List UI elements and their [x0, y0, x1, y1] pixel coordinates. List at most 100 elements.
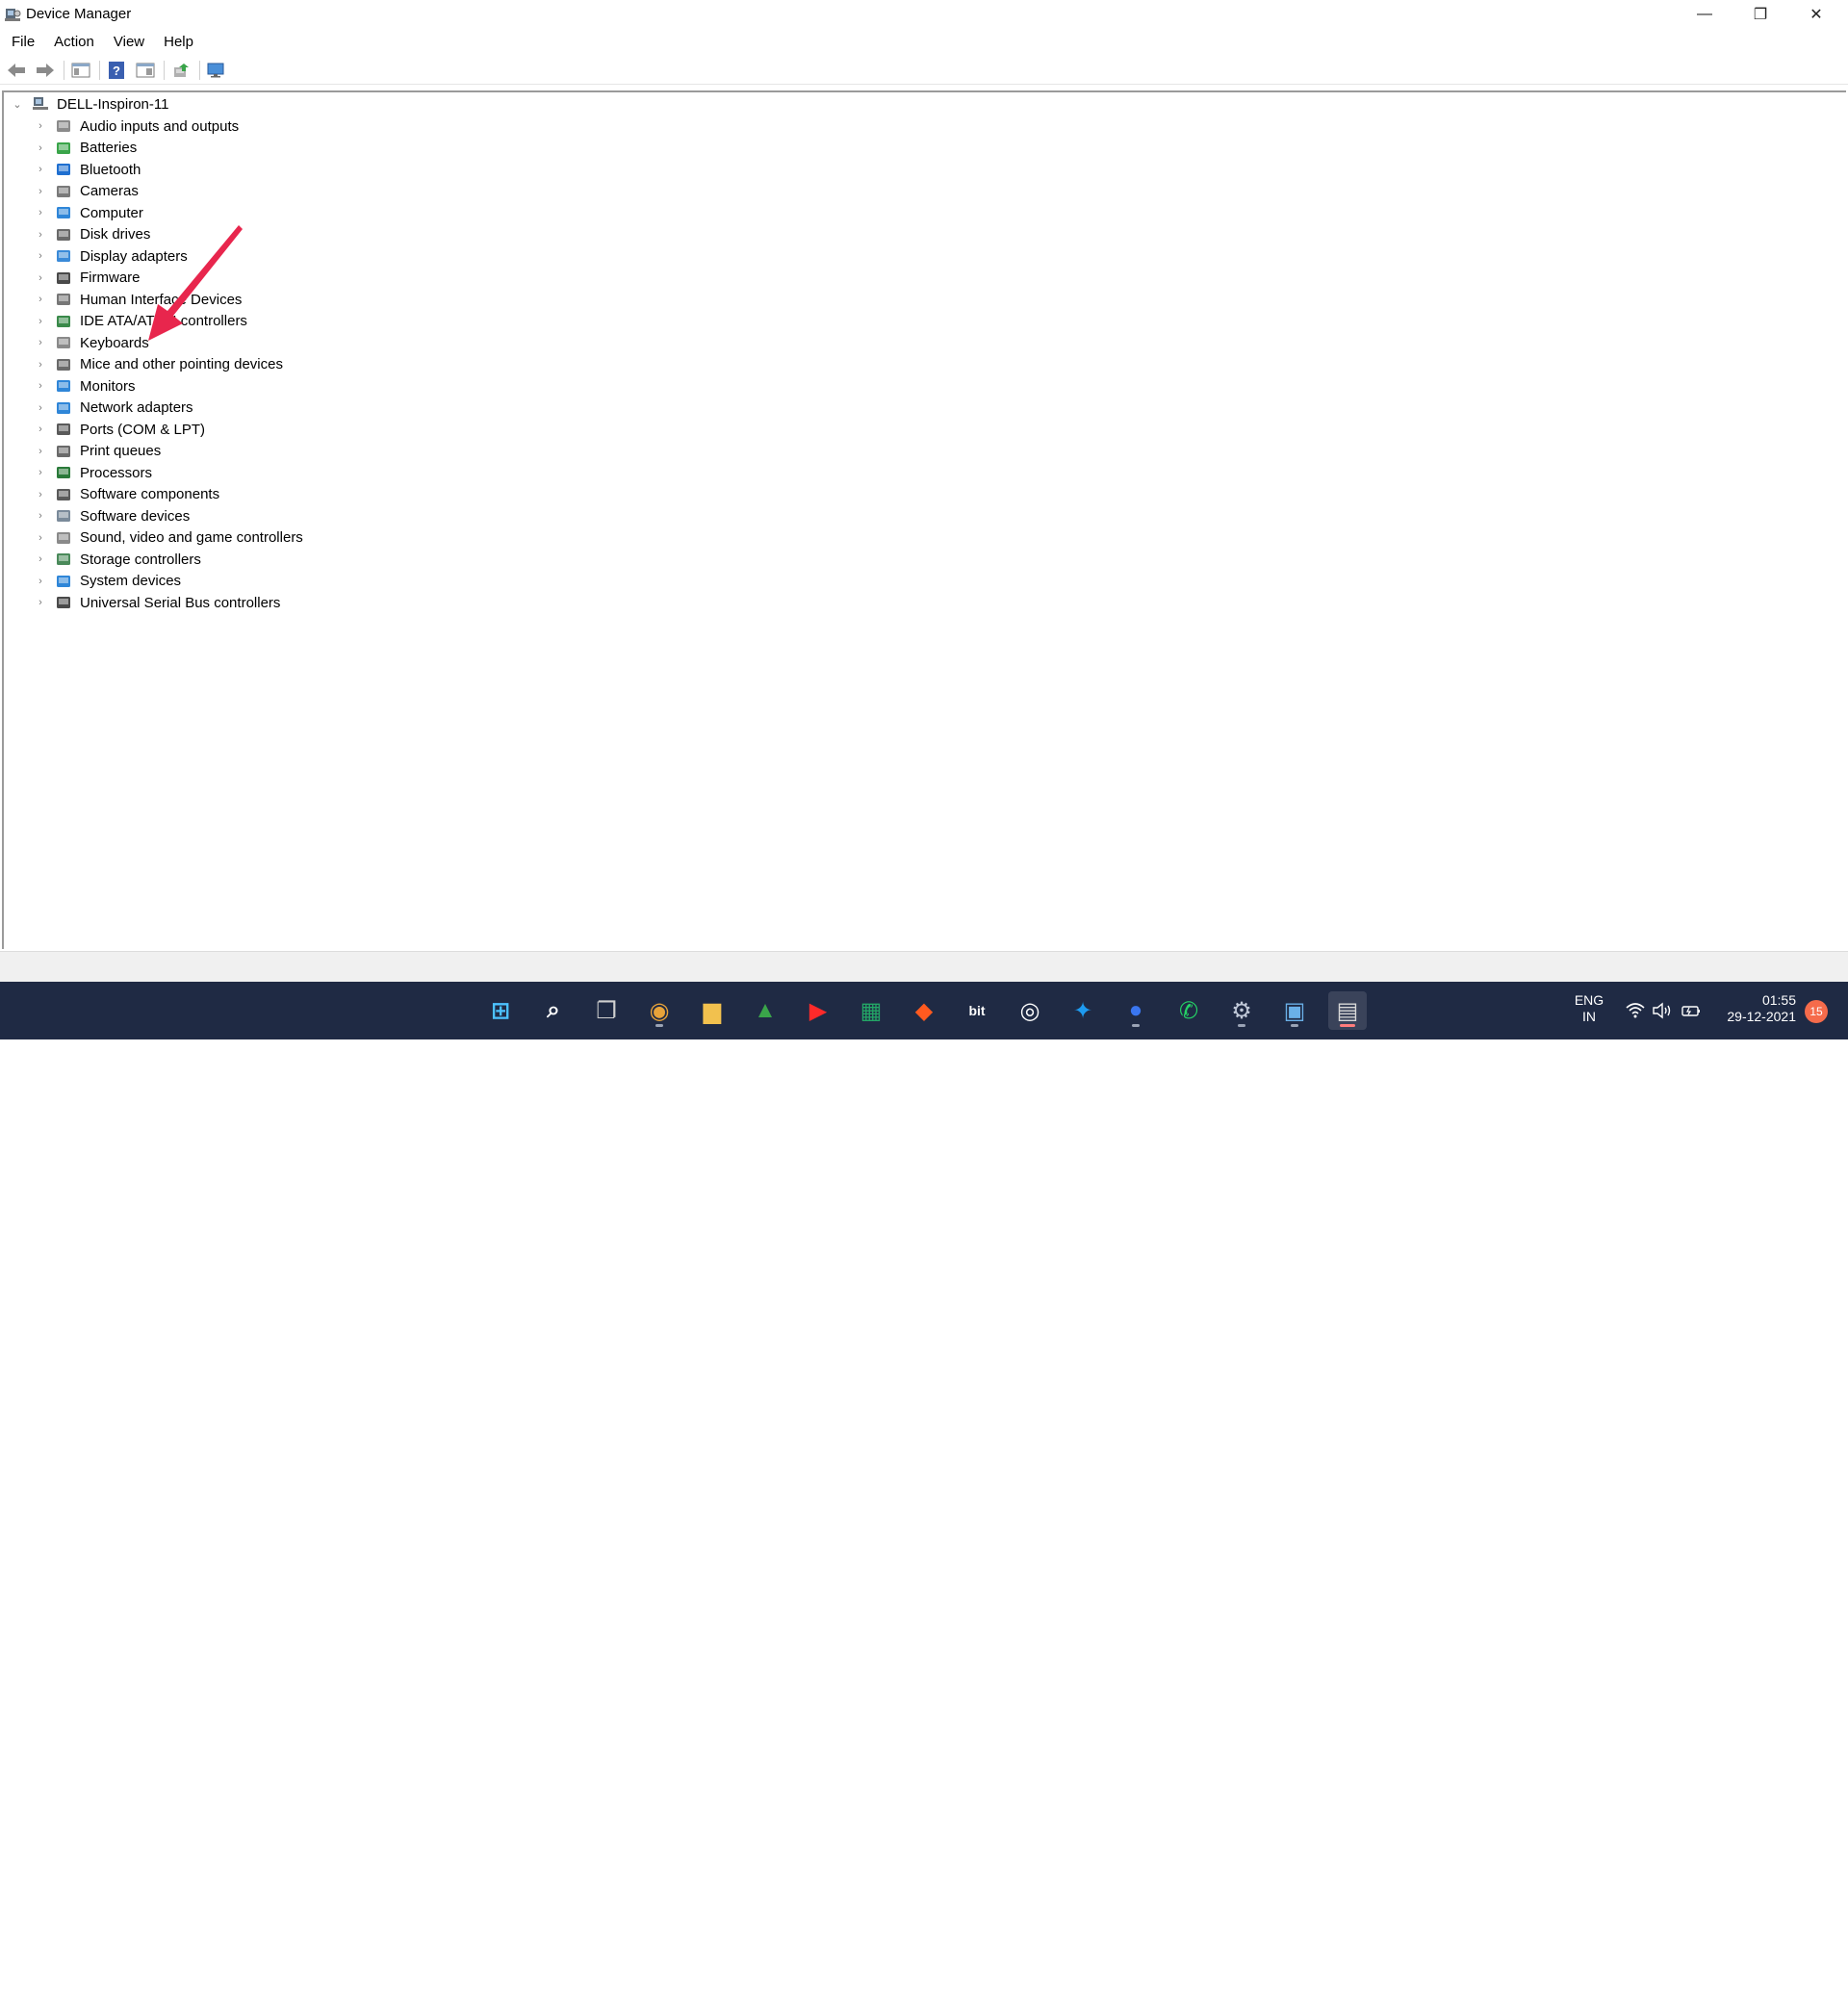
language-indicator[interactable]: ENG IN — [1567, 992, 1611, 1025]
menu-view[interactable]: View — [102, 34, 152, 50]
tree-item[interactable]: › IDE ATA/ATAPI controllers — [35, 311, 247, 332]
chevron-right-icon[interactable]: › — [35, 510, 46, 522]
chevron-right-icon[interactable]: › — [35, 576, 46, 587]
tree-root[interactable]: ⌄ DELL-Inspiron-11 — [12, 93, 168, 115]
tree-item-label: Software devices — [80, 507, 191, 525]
taskbar-device-manager-button[interactable]: ▤ — [1328, 991, 1367, 1030]
chevron-right-icon[interactable]: › — [35, 142, 46, 154]
chevron-right-icon[interactable]: › — [35, 489, 46, 500]
chevron-right-icon[interactable]: › — [35, 532, 46, 544]
chevron-right-icon[interactable]: › — [35, 164, 46, 175]
tree-item[interactable]: › Software components — [35, 484, 219, 505]
chevron-right-icon[interactable]: › — [35, 359, 46, 371]
chevron-right-icon[interactable]: › — [35, 207, 46, 218]
tree-item[interactable]: › Ports (COM & LPT) — [35, 419, 205, 440]
chevron-right-icon[interactable]: › — [35, 272, 46, 284]
taskbar-youtube-button[interactable]: ▶ — [799, 991, 837, 1030]
taskbar-google-sheets-button[interactable]: ▦ — [852, 991, 890, 1030]
taskbar-cortana-button[interactable]: ◎ — [1011, 991, 1049, 1030]
update-driver-icon — [174, 63, 189, 77]
taskbar-file-explorer-button[interactable]: ▆ — [693, 991, 732, 1030]
taskbar-whatsapp-button[interactable]: ✆ — [1169, 991, 1208, 1030]
scan-hardware-button[interactable] — [204, 59, 229, 82]
tree-item[interactable]: › Computer — [35, 202, 143, 223]
tree-item-label: IDE ATA/ATAPI controllers — [80, 313, 247, 329]
notification-badge[interactable]: 15 — [1805, 1000, 1828, 1023]
restore-button[interactable]: ❐ — [1732, 0, 1788, 29]
tree-item-label: Audio inputs and outputs — [80, 117, 240, 135]
tree-item[interactable]: › Display adapters — [35, 245, 188, 267]
menu-help[interactable]: Help — [152, 34, 201, 50]
taskbar-task-view-button[interactable]: ❐ — [587, 991, 626, 1030]
help-button[interactable]: ? — [104, 59, 129, 82]
chevron-right-icon[interactable]: › — [35, 597, 46, 608]
tree-item[interactable]: › Human Interface Devices — [35, 289, 242, 310]
taskbar-brave-button[interactable]: ◆ — [905, 991, 943, 1030]
tree-item-label: Disk drives — [80, 226, 151, 243]
tree-item[interactable]: › Universal Serial Bus controllers — [35, 592, 280, 613]
tree-item[interactable]: › Disk drives — [35, 224, 150, 245]
properties-button[interactable] — [133, 59, 158, 82]
taskbar-google-drive-button[interactable]: ▲ — [746, 991, 784, 1030]
volume-icon[interactable] — [1652, 1002, 1673, 1019]
chevron-right-icon[interactable]: › — [35, 186, 46, 197]
tree-item[interactable]: › Audio inputs and outputs — [35, 115, 239, 137]
chevron-right-icon[interactable]: › — [35, 337, 46, 348]
close-button[interactable]: ✕ — [1788, 0, 1844, 29]
tree-item[interactable]: › Mice and other pointing devices — [35, 354, 283, 375]
taskbar-settings-button[interactable]: ⚙ — [1222, 991, 1261, 1030]
tree-item[interactable]: › Storage controllers — [35, 549, 201, 570]
tree-item[interactable]: › Batteries — [35, 138, 137, 159]
back-button[interactable] — [4, 59, 29, 82]
chevron-right-icon[interactable]: › — [35, 120, 46, 132]
taskbar-chrome-button[interactable]: ◉ — [640, 991, 679, 1030]
chevron-right-icon[interactable]: › — [35, 553, 46, 565]
tree-item[interactable]: › Software devices — [35, 505, 190, 526]
printer-icon — [57, 445, 70, 457]
taskbar-control-panel-button[interactable]: ▣ — [1275, 991, 1314, 1030]
tree-item[interactable]: › Print queues — [35, 441, 161, 462]
clock[interactable]: 01:55 29-12-2021 — [1719, 992, 1796, 1025]
wifi-icon[interactable] — [1625, 1002, 1646, 1019]
chevron-right-icon[interactable]: › — [35, 467, 46, 478]
monitor-icon — [57, 380, 70, 392]
toolbar-separator — [199, 60, 200, 80]
minimize-button[interactable]: — — [1677, 0, 1732, 29]
chevron-right-icon[interactable]: › — [35, 294, 46, 305]
tree-item-label: Monitors — [80, 377, 136, 395]
update-driver-button[interactable] — [168, 59, 193, 82]
tree-item[interactable]: › Firmware — [35, 268, 140, 289]
tree-item-label: Print queues — [80, 443, 162, 459]
tree-item[interactable]: › Keyboards — [35, 332, 149, 353]
minimize-icon: — — [1697, 6, 1712, 22]
taskbar-search-button[interactable]: ⌕ — [534, 991, 573, 1030]
show-hide-console-tree-button[interactable] — [68, 59, 93, 82]
tree-item[interactable]: › Network adapters — [35, 398, 192, 419]
forward-button[interactable] — [33, 59, 58, 82]
chrome-icon: ◉ — [649, 997, 670, 1024]
chevron-right-icon[interactable]: › — [35, 229, 46, 241]
tree-item[interactable]: › Sound, video and game controllers — [35, 527, 303, 549]
show-hidden-icons-chevron-icon[interactable] — [1540, 1984, 1557, 2001]
tree-item[interactable]: › Processors — [35, 462, 152, 483]
tree-item[interactable]: › Monitors — [35, 375, 136, 397]
tree-item[interactable]: › Bluetooth — [35, 159, 141, 180]
chevron-right-icon[interactable]: › — [35, 446, 46, 457]
hid-icon — [57, 294, 70, 305]
chevron-right-icon[interactable]: › — [35, 380, 46, 392]
menu-bar: File Action View Help — [0, 29, 1848, 54]
chevron-right-icon[interactable]: › — [35, 250, 46, 262]
chevron-down-icon[interactable]: ⌄ — [12, 98, 23, 111]
tree-item[interactable]: › System devices — [35, 571, 181, 592]
chevron-right-icon[interactable]: › — [35, 402, 46, 414]
tree-item[interactable]: › Cameras — [35, 181, 139, 202]
menu-file[interactable]: File — [0, 34, 42, 50]
taskbar-signal-button[interactable]: ● — [1116, 991, 1155, 1030]
taskbar-twitter-button[interactable]: ✦ — [1064, 991, 1102, 1030]
taskbar-start-button[interactable]: ⊞ — [481, 991, 520, 1030]
taskbar-bit-button[interactable]: bit — [958, 991, 996, 1030]
chevron-right-icon[interactable]: › — [35, 316, 46, 327]
menu-action[interactable]: Action — [42, 34, 102, 50]
battery-status-icon[interactable] — [1681, 1002, 1702, 1019]
chevron-right-icon[interactable]: › — [35, 423, 46, 435]
